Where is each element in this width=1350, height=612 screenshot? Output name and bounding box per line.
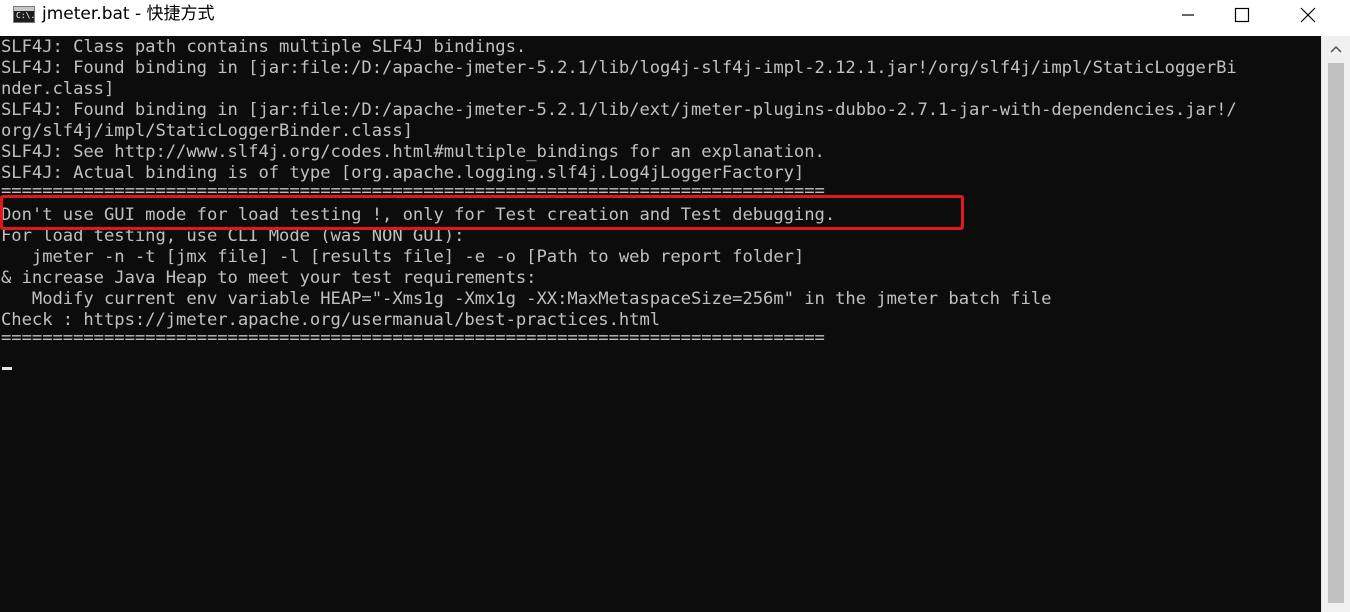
console-line: & increase Java Heap to meet your test r… xyxy=(1,268,537,288)
console-line: nder.class] xyxy=(1,79,115,99)
console-window: C:\. jmeter.bat - 快捷方式 SLF4J: Class path… xyxy=(0,0,1350,612)
close-icon xyxy=(1300,7,1316,23)
console-line: org/slf4j/impl/StaticLoggerBinder.class] xyxy=(1,121,413,141)
vertical-scrollbar[interactable] xyxy=(1321,36,1350,612)
scroll-up-button[interactable] xyxy=(1322,36,1350,62)
chevron-up-icon xyxy=(1330,45,1342,53)
annotation-highlight-box xyxy=(0,195,964,230)
console-line: SLF4J: Class path contains multiple SLF4… xyxy=(1,37,527,57)
console-line: Modify current env variable HEAP="-Xms1g… xyxy=(1,289,1052,309)
maximize-icon xyxy=(1234,7,1250,23)
console-line: SLF4J: Found binding in [jar:file:/D:/ap… xyxy=(1,100,1237,120)
minimize-icon xyxy=(1182,14,1194,16)
scrollbar-thumb[interactable] xyxy=(1328,63,1344,603)
cmd-icon[interactable]: C:\. xyxy=(13,6,35,23)
title-bar[interactable]: C:\. jmeter.bat - 快捷方式 xyxy=(0,0,1350,36)
window-title: jmeter.bat - 快捷方式 xyxy=(42,4,215,24)
console-line: SLF4J: Found binding in [jar:file:/D:/ap… xyxy=(1,58,1237,78)
minimize-button[interactable] xyxy=(1165,0,1211,30)
close-button[interactable] xyxy=(1285,0,1331,30)
cmd-icon-glyph: C:\. xyxy=(16,11,36,20)
console-output[interactable]: SLF4J: Class path contains multiple SLF4… xyxy=(0,36,1321,612)
text-cursor xyxy=(2,367,12,370)
console-line: SLF4J: See http://www.slf4j.org/codes.ht… xyxy=(1,142,825,162)
console-line: jmeter -n -t [jmx file] -l [results file… xyxy=(1,247,805,267)
separator-line: ========================================… xyxy=(1,328,825,348)
maximize-button[interactable] xyxy=(1219,0,1265,30)
